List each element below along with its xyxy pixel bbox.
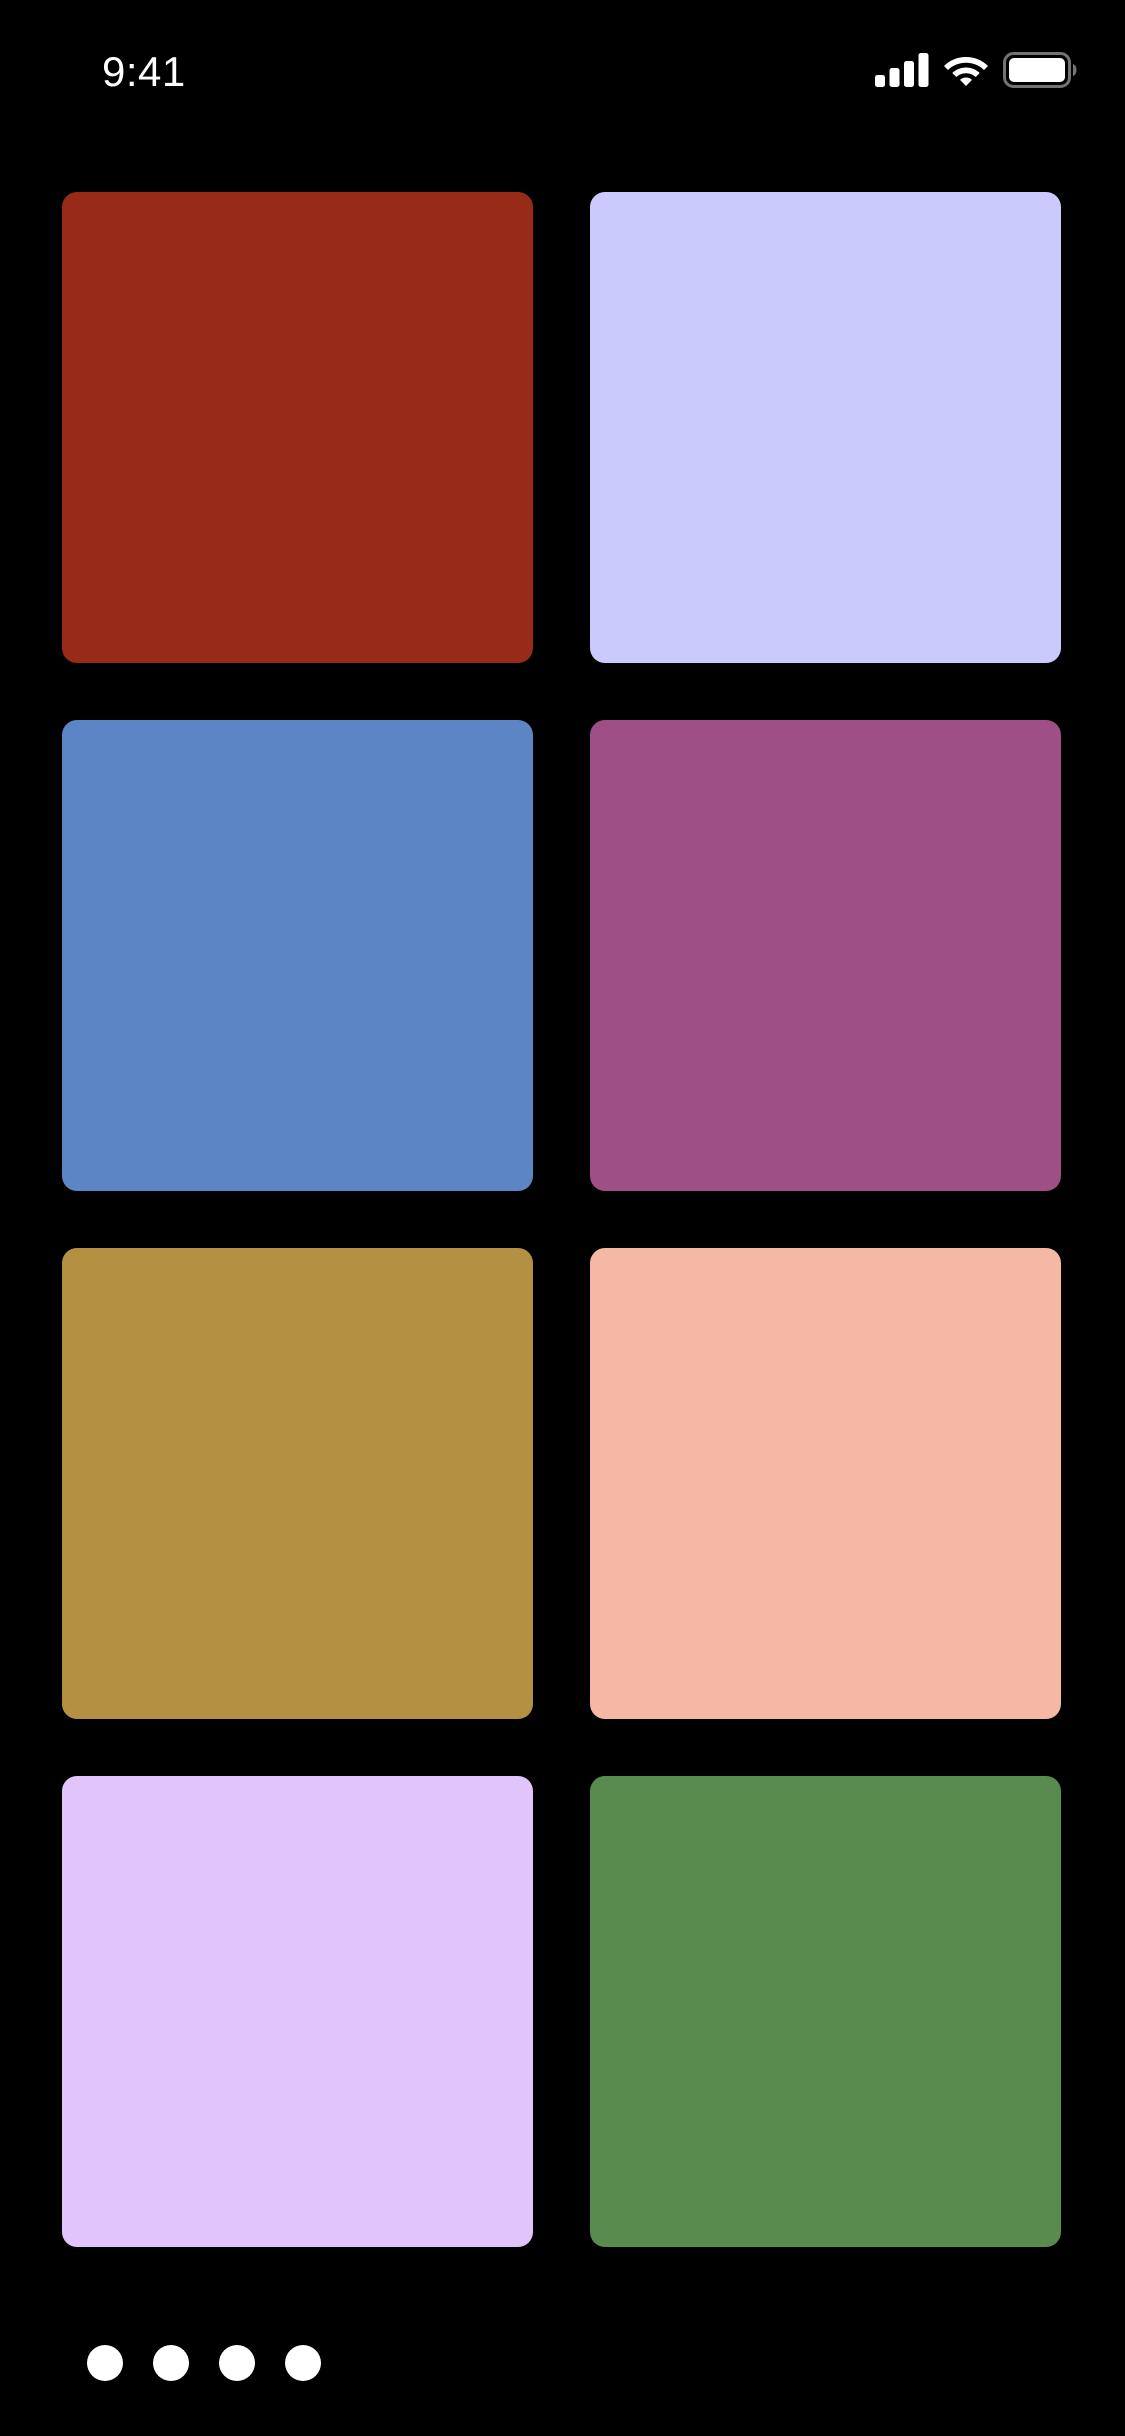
status-time: 9:41 xyxy=(102,48,186,95)
color-tile-1[interactable] xyxy=(62,192,533,663)
page-dot-2[interactable] xyxy=(153,2345,189,2381)
color-tile-2[interactable] xyxy=(590,192,1061,663)
cellular-signal-icon xyxy=(875,53,929,87)
color-tile-7[interactable] xyxy=(62,1776,533,2247)
status-bar: 9:41 xyxy=(0,0,1125,140)
color-tile-6[interactable] xyxy=(590,1248,1061,1719)
color-tile-4[interactable] xyxy=(590,720,1061,1191)
page-dot-3[interactable] xyxy=(219,2345,255,2381)
page-dot-1[interactable] xyxy=(87,2345,123,2381)
page-dot-4[interactable] xyxy=(285,2345,321,2381)
color-tile-5[interactable] xyxy=(62,1248,533,1719)
wifi-icon xyxy=(943,53,989,87)
page-indicator xyxy=(87,2345,321,2381)
color-tile-3[interactable] xyxy=(62,720,533,1191)
color-tile-grid xyxy=(62,192,1063,2247)
status-icons xyxy=(875,50,1077,90)
battery-icon xyxy=(1003,52,1077,88)
color-tile-8[interactable] xyxy=(590,1776,1061,2247)
